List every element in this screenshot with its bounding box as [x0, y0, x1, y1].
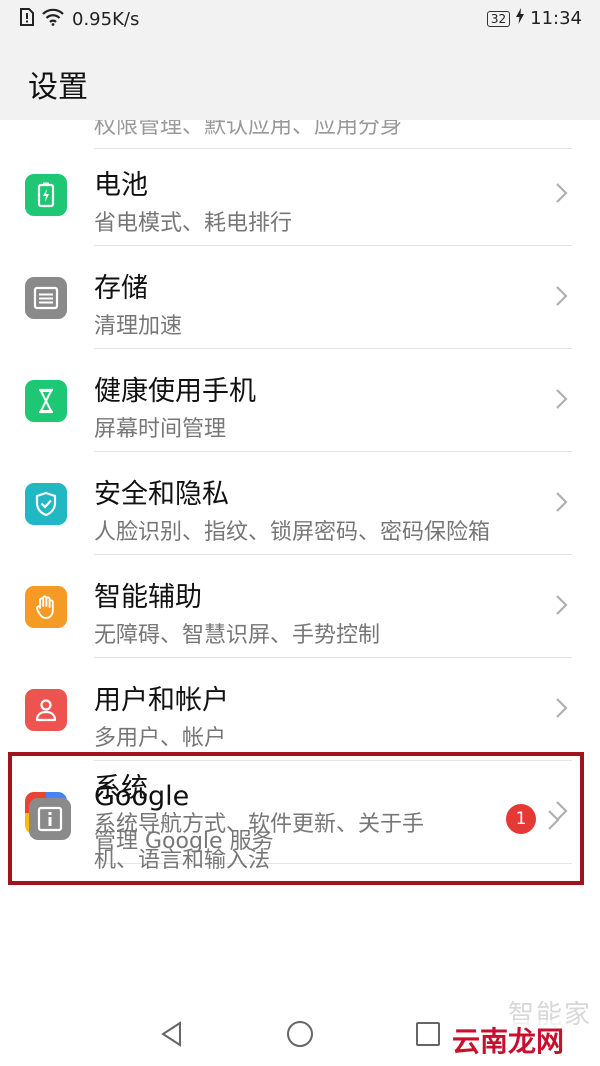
settings-item-system[interactable]: 系统 系统导航方式、软件更新、关于手 机、语言和输入法 1: [8, 752, 584, 885]
cut-off-item-subtitle: 权限管理、默认应用、应用分身: [94, 120, 403, 139]
settings-item-subtitle: 清理加速: [94, 314, 183, 339]
settings-item-3[interactable]: 健康使用手机屏幕时间管理: [0, 349, 600, 452]
chevron-right-icon: [556, 698, 568, 718]
settings-item-title: 健康使用手机: [94, 376, 256, 407]
system-subtitle-line2: 机、语言和输入法: [94, 848, 271, 873]
chevron-right-icon: [556, 286, 568, 306]
page-title: 设置: [28, 70, 88, 105]
system-subtitle-line1: 系统导航方式、软件更新、关于手: [94, 812, 425, 837]
settings-item-subtitle: 多用户、帐户: [94, 726, 227, 751]
status-left: 0.95K/s: [20, 8, 139, 31]
settings-item-subtitle: 省电模式、耗电排行: [94, 211, 293, 236]
title-bar: 设置: [0, 42, 600, 120]
chevron-right-icon: [556, 183, 568, 203]
settings-item-4[interactable]: 安全和隐私人脸识别、指纹、锁屏密码、密码保险箱: [0, 452, 600, 555]
chevron-right-icon: [556, 389, 568, 409]
settings-item-title: 安全和隐私: [94, 479, 229, 510]
settings-item-subtitle: 屏幕时间管理: [94, 417, 227, 442]
shield-icon: [25, 483, 67, 525]
settings-item-subtitle: 无障碍、智慧识屏、手势控制: [94, 623, 381, 648]
hand-icon: [25, 586, 67, 628]
home-button[interactable]: [286, 1020, 314, 1048]
charging-icon: [516, 8, 525, 29]
status-bar: 0.95K/s 32 11:34: [0, 0, 600, 42]
settings-item-title: 存储: [94, 273, 148, 304]
wifi-icon: [42, 8, 64, 31]
hourglass-icon: [25, 380, 67, 422]
settings-item-5[interactable]: 智能辅助无障碍、智慧识屏、手势控制: [0, 555, 600, 658]
settings-item-1[interactable]: 电池省电模式、耗电排行: [0, 143, 600, 246]
status-right: 32 11:34: [486, 8, 582, 29]
battery-icon: [25, 174, 67, 216]
recents-button[interactable]: [414, 1020, 442, 1048]
chevron-right-icon: [556, 492, 568, 512]
system-info-icon: [29, 798, 71, 840]
settings-item-title: 智能辅助: [94, 582, 202, 613]
clock: 11:34: [530, 8, 582, 29]
settings-item-2[interactable]: 存储 清理加速: [0, 246, 600, 349]
alert-sim-icon: [20, 8, 34, 31]
chevron-right-icon: [556, 595, 568, 615]
update-badge: 1: [506, 804, 536, 834]
settings-item-title: 用户和帐户: [94, 685, 229, 716]
settings-item-6[interactable]: 用户和帐户多用户、帐户: [0, 658, 600, 761]
user-icon: [25, 689, 67, 731]
watermark-logo: 云南龙网: [451, 1020, 564, 1060]
back-button[interactable]: [158, 1020, 186, 1048]
network-speed: 0.95K/s: [72, 9, 140, 30]
chevron-right-icon: [548, 810, 560, 830]
settings-item-title: 电池: [94, 170, 148, 201]
storage-icon: [25, 277, 67, 319]
system-title: 系统: [94, 773, 148, 804]
settings-item-subtitle: 人脸识别、指纹、锁屏密码、密码保险箱: [94, 520, 491, 545]
battery-indicator: 32: [486, 10, 511, 27]
